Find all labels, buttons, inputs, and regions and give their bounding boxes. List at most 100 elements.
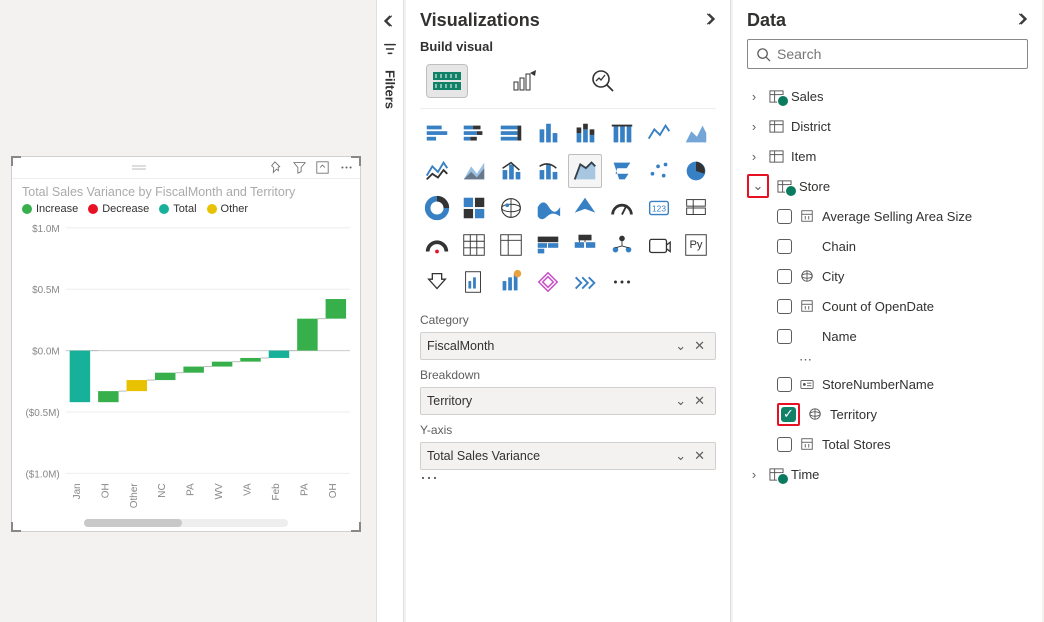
field-row[interactable]: Chain	[747, 231, 1028, 261]
field-checkbox[interactable]	[777, 269, 792, 284]
svg-text:123: 123	[652, 204, 666, 214]
field-checkbox[interactable]	[777, 329, 792, 344]
chart-scrollbar[interactable]	[84, 519, 288, 527]
viz-type-18[interactable]	[494, 191, 528, 225]
chevron-down-icon[interactable]: ⌄	[671, 393, 690, 409]
field-checkbox[interactable]	[777, 299, 792, 314]
tree-chevron[interactable]: ›	[747, 467, 761, 482]
search-input[interactable]	[777, 46, 1019, 62]
remove-field-icon[interactable]: ✕	[690, 448, 709, 464]
viz-type-36[interactable]	[568, 265, 602, 299]
chart-plot: $1.0M$0.5M$0.0M($0.5M)($1.0M)JanOHOtherN…	[12, 221, 360, 514]
viz-type-3[interactable]	[531, 117, 565, 151]
tree-chevron[interactable]: ›	[747, 149, 761, 164]
filters-pane-collapsed[interactable]: Filters	[376, 0, 404, 622]
viz-type-16[interactable]	[420, 191, 454, 225]
viz-type-23[interactable]	[679, 191, 713, 225]
collapse-icon[interactable]	[1014, 12, 1028, 29]
more-wells[interactable]: ⋯	[420, 474, 716, 482]
viz-type-7[interactable]	[679, 117, 713, 151]
viz-type-6[interactable]	[642, 117, 676, 151]
drag-handle-icon[interactable]	[18, 164, 260, 172]
viz-type-9[interactable]	[457, 154, 491, 188]
analytics-tab[interactable]	[582, 64, 624, 98]
resize-handle-bl[interactable]	[11, 520, 23, 532]
viz-type-19[interactable]	[531, 191, 565, 225]
resize-handle-tl[interactable]	[11, 156, 23, 168]
field-row[interactable]: StoreNumberName	[747, 369, 1028, 399]
viz-type-2[interactable]	[494, 117, 528, 151]
viz-type-26[interactable]	[494, 228, 528, 262]
viz-type-15[interactable]	[679, 154, 713, 188]
table-row-time[interactable]: › Time	[747, 459, 1028, 489]
pin-icon[interactable]	[270, 161, 283, 174]
viz-type-37[interactable]	[605, 265, 639, 299]
table-row-item[interactable]: › Item	[747, 141, 1028, 171]
collapse-icon[interactable]	[702, 12, 716, 29]
table-row-sales[interactable]: › Sales	[747, 81, 1028, 111]
build-tab[interactable]	[426, 64, 468, 98]
viz-type-30[interactable]	[642, 228, 676, 262]
field-checkbox[interactable]	[777, 209, 792, 224]
resize-handle-br[interactable]	[349, 520, 361, 532]
fields-ellipsis[interactable]: ⋯	[747, 351, 1028, 369]
tree-chevron[interactable]: ›	[747, 119, 761, 134]
table-row-store[interactable]: ⌄ Store	[747, 171, 1028, 201]
viz-type-33[interactable]	[457, 265, 491, 299]
viz-type-10[interactable]	[494, 154, 528, 188]
viz-type-1[interactable]	[457, 117, 491, 151]
viz-type-12[interactable]	[568, 154, 602, 188]
field-row[interactable]: Name	[747, 321, 1028, 351]
viz-type-11[interactable]	[531, 154, 565, 188]
field-row[interactable]: ✓ Territory	[747, 399, 1028, 429]
search-box[interactable]	[747, 39, 1028, 69]
viz-type-29[interactable]	[605, 228, 639, 262]
viz-type-22[interactable]: 123	[642, 191, 676, 225]
viz-type-35[interactable]	[531, 265, 565, 299]
category-well[interactable]: FiscalMonth ⌄ ✕	[420, 332, 716, 360]
filter-icon[interactable]	[293, 161, 306, 174]
tree-chevron-highlight[interactable]: ⌄	[747, 174, 769, 198]
field-kind-icon	[798, 299, 816, 313]
field-checkbox[interactable]	[777, 239, 792, 254]
field-row[interactable]: Count of OpenDate	[747, 291, 1028, 321]
tree-chevron[interactable]: ›	[747, 89, 761, 104]
viz-type-27[interactable]	[531, 228, 565, 262]
viz-type-4[interactable]	[568, 117, 602, 151]
viz-type-31[interactable]: Py	[679, 228, 713, 262]
viz-type-5[interactable]	[605, 117, 639, 151]
viz-type-25[interactable]	[457, 228, 491, 262]
chevron-down-icon[interactable]: ⌄	[671, 338, 690, 354]
chevron-down-icon[interactable]: ⌄	[671, 448, 690, 464]
remove-field-icon[interactable]: ✕	[690, 338, 709, 354]
viz-type-32[interactable]	[420, 265, 454, 299]
viz-type-34[interactable]	[494, 265, 528, 299]
viz-type-28[interactable]	[568, 228, 602, 262]
yaxis-well[interactable]: Total Sales Variance ⌄ ✕	[420, 442, 716, 470]
resize-handle-tr[interactable]	[349, 156, 361, 168]
format-tab[interactable]	[504, 64, 546, 98]
field-checkbox[interactable]	[777, 437, 792, 452]
viz-type-21[interactable]	[605, 191, 639, 225]
table-row-district[interactable]: › District	[747, 111, 1028, 141]
viz-type-8[interactable]	[420, 154, 454, 188]
viz-type-17[interactable]	[457, 191, 491, 225]
viz-type-0[interactable]	[420, 117, 454, 151]
visualizations-title: Visualizations	[420, 10, 540, 31]
table-name: Time	[791, 467, 819, 482]
breakdown-well[interactable]: Territory ⌄ ✕	[420, 387, 716, 415]
remove-field-icon[interactable]: ✕	[690, 393, 709, 409]
field-row[interactable]: Average Selling Area Size	[747, 201, 1028, 231]
field-checkbox[interactable]: ✓	[781, 407, 796, 422]
field-checkbox[interactable]	[777, 377, 792, 392]
focus-mode-icon[interactable]	[316, 161, 329, 174]
viz-type-13[interactable]	[605, 154, 639, 188]
expand-left-icon[interactable]	[383, 14, 397, 28]
viz-type-14[interactable]	[642, 154, 676, 188]
waterfall-visual[interactable]: Total Sales Variance by FiscalMonth and …	[11, 156, 361, 532]
visual-header	[12, 157, 360, 179]
field-row[interactable]: City	[747, 261, 1028, 291]
field-row[interactable]: Total Stores	[747, 429, 1028, 459]
viz-type-20[interactable]	[568, 191, 602, 225]
viz-type-24[interactable]	[420, 228, 454, 262]
